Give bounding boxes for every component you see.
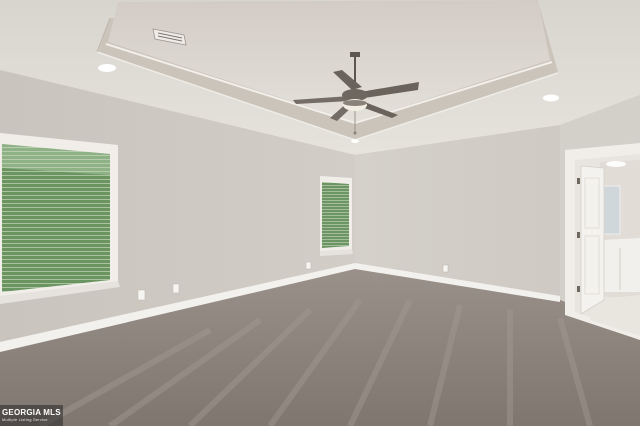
mls-watermark: GEORGIA MLS Multiple Listing Service — [0, 405, 63, 426]
center-window — [320, 176, 353, 256]
room-illustration — [0, 0, 640, 426]
bathroom-doorway — [565, 143, 640, 340]
left-window — [0, 133, 120, 304]
recessed-light-right — [543, 94, 559, 102]
watermark-brand: GEORGIA MLS — [2, 408, 61, 417]
recessed-light-left — [98, 64, 116, 72]
outlet-1 — [137, 289, 146, 301]
watermark-tagline: Multiple Listing Service — [2, 417, 48, 422]
outlet-4 — [442, 264, 449, 273]
room-photo: GEORGIA MLS Multiple Listing Service — [0, 0, 640, 426]
recessed-light-center — [351, 139, 359, 143]
outlet-3 — [305, 261, 312, 270]
outlet-2 — [172, 283, 180, 294]
